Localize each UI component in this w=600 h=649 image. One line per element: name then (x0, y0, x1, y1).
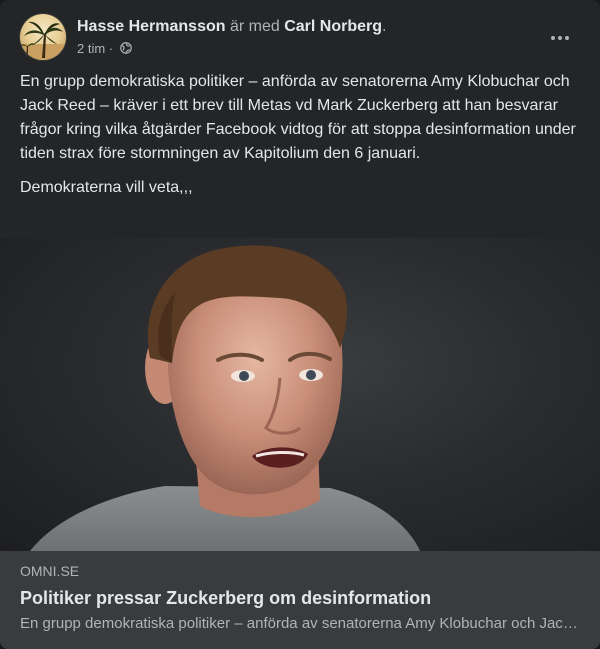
portrait-photo (30, 245, 420, 551)
more-dot (558, 36, 562, 40)
post-card: Hasse Hermansson är med Carl Norberg. 2 … (0, 0, 600, 649)
avatar[interactable] (20, 14, 66, 60)
more-horizontal-icon (551, 36, 555, 40)
link-preview-image[interactable] (0, 238, 600, 551)
post-header: Hasse Hermansson är med Carl Norberg. 2 … (20, 14, 584, 64)
palm-tree-icon (20, 21, 66, 60)
post-meta: 2 tim · (77, 40, 132, 57)
post-text: En grupp demokratiska politiker – anförd… (20, 70, 586, 200)
link-description: En grupp demokratiska politiker – anförd… (20, 615, 580, 632)
with-text: är med (225, 18, 285, 35)
link-preview[interactable]: OMNI.SE Politiker pressar Zuckerberg om … (0, 551, 600, 649)
post-paragraph: Demokraterna vill veta,,, (20, 179, 193, 196)
author-name[interactable]: Hasse Hermansson (77, 18, 226, 35)
link-title[interactable]: Politiker pressar Zuckerberg om desinfor… (20, 586, 580, 610)
tagged-name[interactable]: Carl Norberg (284, 18, 382, 35)
more-dot (565, 36, 569, 40)
meta-separator: · (105, 41, 117, 56)
globe-icon[interactable] (119, 42, 132, 54)
post-author-line: Hasse Hermansson är med Carl Norberg. (77, 17, 386, 37)
post-paragraph: En grupp demokratiska politiker – anförd… (20, 73, 576, 162)
more-options-button[interactable] (542, 20, 578, 56)
link-domain: OMNI.SE (20, 563, 80, 579)
post-timestamp[interactable]: 2 tim (77, 41, 105, 56)
tagged-suffix: . (382, 18, 387, 35)
